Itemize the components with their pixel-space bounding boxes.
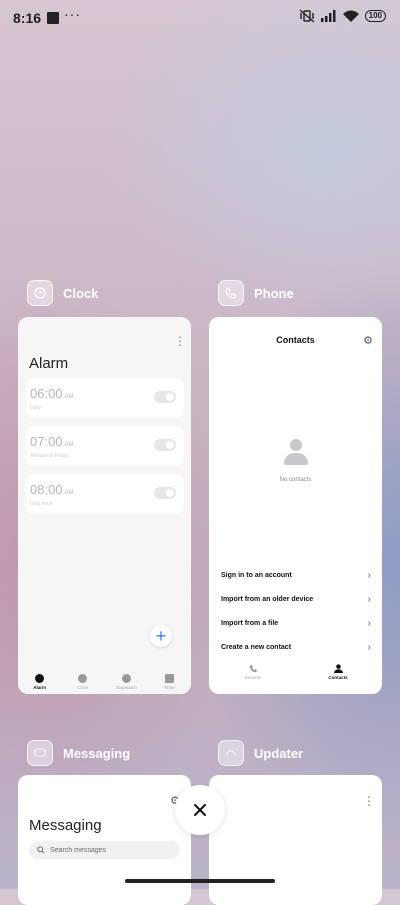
alarm-toggle[interactable] bbox=[154, 391, 176, 403]
clear-all-button[interactable] bbox=[175, 785, 225, 835]
alarm-time: 07:00 AM bbox=[30, 434, 74, 449]
person-icon bbox=[333, 664, 343, 673]
alarm-repeat: Only once bbox=[30, 501, 53, 507]
status-time: 8:16 bbox=[13, 10, 42, 26]
more-options-icon[interactable]: ⋮ bbox=[363, 795, 375, 807]
alarm-item[interactable]: 08:00 AM Only once bbox=[26, 474, 184, 514]
more-notifications-icon: ··· bbox=[64, 6, 81, 22]
tab-recents[interactable]: Recents bbox=[233, 664, 273, 680]
timer-icon bbox=[164, 674, 174, 683]
alarm-screen-title: Alarm bbox=[29, 355, 69, 372]
alarm-icon bbox=[35, 674, 45, 683]
messaging-app-header[interactable]: Messaging bbox=[27, 740, 130, 766]
add-alarm-button[interactable]: + bbox=[150, 625, 172, 647]
home-indicator[interactable] bbox=[125, 879, 275, 883]
status-bar: 8:16 ··· 100 bbox=[0, 0, 400, 36]
status-icons: 100 bbox=[299, 9, 386, 23]
message-icon bbox=[27, 740, 53, 766]
clock-app-card[interactable]: ⋮ Alarm 06:00 AM Daily 07:00 AM Monday to … bbox=[18, 317, 191, 694]
clock-app-header[interactable]: Clock bbox=[27, 280, 98, 306]
messaging-app-card[interactable]: ⚙ Messaging Search messages bbox=[18, 775, 191, 905]
phone-icon bbox=[249, 664, 257, 673]
notification-icon bbox=[47, 12, 59, 24]
stopwatch-icon bbox=[121, 674, 131, 683]
search-messages-input[interactable]: Search messages bbox=[29, 841, 180, 859]
alarm-toggle[interactable] bbox=[154, 439, 176, 451]
battery-icon: 100 bbox=[364, 10, 386, 22]
clock-bottom-nav: Alarm Clock Stopwatch Timer bbox=[18, 674, 191, 690]
sign-in-option[interactable]: Sign in to an account › bbox=[221, 570, 371, 581]
tab-alarm[interactable]: Alarm bbox=[20, 674, 60, 690]
clock-icon bbox=[27, 280, 53, 306]
alarm-toggle[interactable] bbox=[154, 487, 176, 499]
phone-app-card[interactable]: Contacts ⚙ No contacts Sign in to an acc… bbox=[209, 317, 382, 694]
chevron-right-icon: › bbox=[367, 570, 371, 581]
alarm-time: 06:00 AM bbox=[30, 386, 74, 401]
updater-app-header[interactable]: Updater bbox=[218, 740, 303, 766]
vibrate-off-icon bbox=[299, 9, 315, 23]
wifi-icon bbox=[342, 10, 359, 22]
empty-contacts-icon bbox=[284, 439, 308, 465]
clock-icon bbox=[78, 674, 88, 683]
alarm-repeat: Daily bbox=[30, 405, 42, 411]
tab-timer[interactable]: Timer bbox=[149, 674, 189, 690]
chevron-right-icon: › bbox=[367, 642, 371, 653]
updater-app-name: Updater bbox=[254, 745, 304, 761]
create-contact-option[interactable]: Create a new contact › bbox=[221, 642, 371, 653]
alarm-repeat: Monday to Friday bbox=[30, 453, 69, 459]
tab-clock[interactable]: Clock bbox=[63, 674, 103, 690]
import-older-device-option[interactable]: Import from an older device › bbox=[221, 594, 371, 605]
tab-stopwatch[interactable]: Stopwatch bbox=[106, 674, 146, 690]
alarm-time: 08:00 AM bbox=[30, 482, 74, 497]
search-placeholder: Search messages bbox=[50, 846, 107, 854]
search-icon bbox=[37, 846, 45, 854]
messaging-title: Messaging bbox=[29, 817, 102, 834]
chevron-right-icon: › bbox=[367, 618, 371, 629]
phone-app-header[interactable]: Phone bbox=[218, 280, 294, 306]
close-icon bbox=[194, 804, 206, 816]
phone-icon bbox=[218, 280, 244, 306]
alarm-item[interactable]: 07:00 AM Monday to Friday bbox=[26, 426, 184, 466]
phone-app-name: Phone bbox=[254, 285, 294, 301]
import-file-option[interactable]: Import from a file › bbox=[221, 618, 371, 629]
contacts-title: Contacts bbox=[276, 335, 315, 345]
messaging-app-name: Messaging bbox=[63, 745, 131, 761]
updater-app-card[interactable]: ⋮ bbox=[209, 775, 382, 905]
clock-app-name: Clock bbox=[63, 285, 99, 301]
no-contacts-text: No contacts bbox=[279, 477, 312, 483]
chevron-right-icon: › bbox=[367, 594, 371, 605]
updater-icon bbox=[218, 740, 244, 766]
gear-icon[interactable]: ⚙ bbox=[363, 334, 373, 347]
more-options-icon[interactable]: ⋮ bbox=[174, 335, 186, 347]
signal-icon bbox=[320, 10, 336, 22]
tab-contacts[interactable]: Contacts bbox=[318, 664, 358, 680]
alarm-item[interactable]: 06:00 AM Daily bbox=[26, 378, 184, 418]
